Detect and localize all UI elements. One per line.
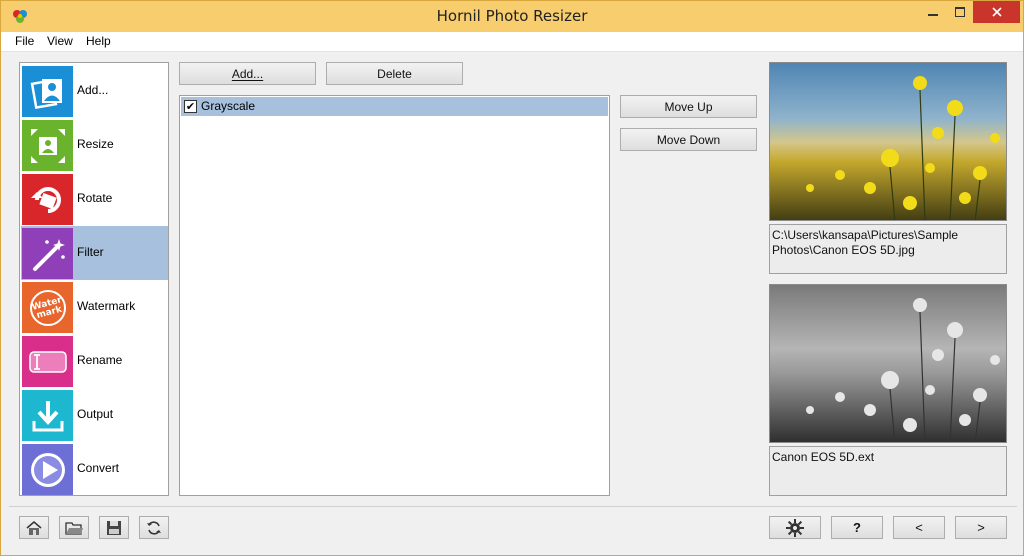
move-down-button[interactable]: Move Down — [620, 128, 757, 151]
filter-list[interactable]: ✔ Grayscale — [179, 95, 610, 496]
help-button[interactable]: ? — [831, 516, 883, 539]
maximize-button[interactable] — [946, 1, 973, 23]
add-filter-label: Add... — [231, 66, 264, 81]
output-filename-caption: Canon EOS 5D.ext — [769, 446, 1007, 496]
maximize-icon — [954, 7, 965, 17]
next-button[interactable]: > — [955, 516, 1007, 539]
settings-button[interactable] — [769, 516, 821, 539]
play-icon — [22, 444, 73, 495]
open-folder-button[interactable] — [59, 516, 89, 539]
filter-label: Grayscale — [201, 99, 256, 113]
rename-icon — [22, 336, 73, 387]
refresh-icon — [147, 520, 161, 535]
sidebar-item-label: Rotate — [77, 191, 113, 205]
title-bar: Hornil Photo Resizer — [1, 1, 1023, 32]
sidebar-item-add[interactable]: Add... — [21, 64, 168, 118]
home-button[interactable] — [19, 516, 49, 539]
sidebar-item-label: Convert — [77, 461, 120, 475]
minimize-icon — [927, 14, 938, 16]
move-up-button[interactable]: Move Up — [620, 95, 757, 118]
delete-filter-button[interactable]: Delete — [326, 62, 463, 85]
download-icon — [22, 390, 73, 441]
source-preview-image — [769, 62, 1007, 221]
list-item[interactable]: ✔ Grayscale — [181, 97, 608, 116]
sidebar-item-watermark[interactable]: Water mark Watermark — [21, 280, 168, 334]
watermark-icon: Water mark — [22, 282, 73, 333]
menu-bar: File View Help — [1, 32, 1023, 52]
rotate-icon — [22, 174, 73, 225]
sidebar-item-filter[interactable]: Filter — [21, 226, 168, 280]
filter-checkbox[interactable]: ✔ — [184, 100, 197, 113]
sidebar: Add... Resize Rotate Filter Water mark Wa… — [19, 62, 169, 496]
add-filter-button[interactable]: Add... — [179, 62, 316, 85]
sidebar-item-label: Filter — [77, 245, 104, 259]
sidebar-item-label: Resize — [77, 137, 114, 151]
home-icon — [26, 520, 42, 535]
sidebar-item-label: Add... — [77, 83, 109, 97]
save-button[interactable] — [99, 516, 129, 539]
resize-icon — [22, 120, 73, 171]
magic-wand-icon — [22, 228, 73, 279]
sidebar-item-label: Rename — [77, 353, 123, 367]
sidebar-item-rename[interactable]: Rename — [21, 334, 168, 388]
gear-icon — [786, 518, 804, 537]
sidebar-item-convert[interactable]: Convert — [21, 442, 168, 496]
sidebar-item-label: Watermark — [77, 299, 136, 313]
sidebar-item-label: Output — [77, 407, 114, 421]
menu-help[interactable]: Help — [86, 34, 111, 48]
window-title: Hornil Photo Resizer — [436, 7, 588, 25]
folder-open-icon — [65, 521, 83, 535]
close-icon — [991, 7, 1002, 17]
menu-file[interactable]: File — [15, 34, 34, 48]
minimize-button[interactable] — [919, 1, 946, 23]
source-path-caption: C:\Users\kansapa\Pictures\Sample Photos\… — [769, 224, 1007, 274]
app-window: Hornil Photo Resizer File View Help Add.… — [0, 0, 1024, 556]
save-icon — [107, 520, 121, 535]
sidebar-item-resize[interactable]: Resize — [21, 118, 168, 172]
photos-icon — [22, 66, 73, 117]
refresh-button[interactable] — [139, 516, 169, 539]
sidebar-item-output[interactable]: Output — [21, 388, 168, 442]
previous-button[interactable]: < — [893, 516, 945, 539]
menu-view[interactable]: View — [47, 34, 73, 48]
divider — [9, 506, 1017, 507]
sidebar-item-rotate[interactable]: Rotate — [21, 172, 168, 226]
close-button[interactable] — [973, 1, 1020, 23]
output-preview-image — [769, 284, 1007, 443]
